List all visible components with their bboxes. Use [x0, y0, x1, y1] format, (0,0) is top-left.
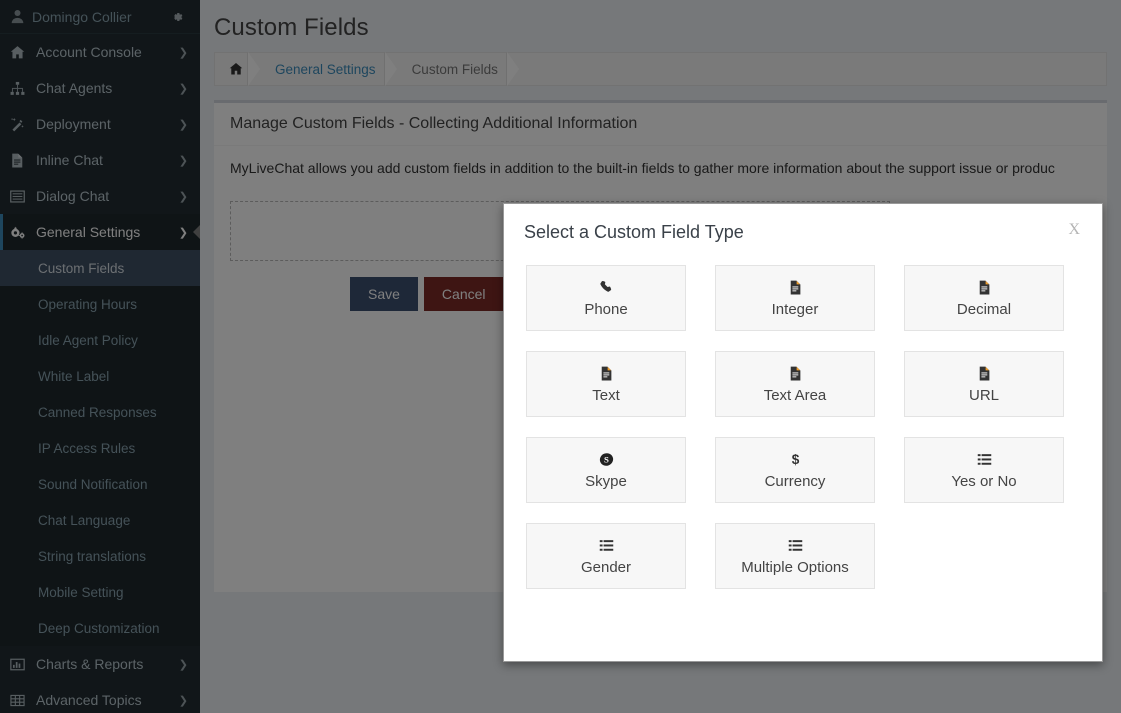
file-text-icon — [788, 365, 803, 382]
list-ul-icon — [788, 537, 803, 554]
field-type-currency[interactable]: $ Currency — [715, 437, 875, 503]
field-type-label: URL — [969, 387, 999, 404]
field-type-text-area[interactable]: Text Area — [715, 351, 875, 417]
field-type-label: Currency — [765, 473, 826, 490]
field-type-label: Integer — [772, 301, 819, 318]
field-type-url[interactable]: URL — [904, 351, 1064, 417]
field-type-gender[interactable]: Gender — [526, 523, 686, 589]
list-ul-icon — [599, 537, 614, 554]
field-type-label: Multiple Options — [741, 559, 849, 576]
phone-icon — [599, 279, 614, 296]
field-type-label: Phone — [584, 301, 627, 318]
list-ul-icon — [977, 451, 992, 468]
field-type-integer[interactable]: Integer — [715, 265, 875, 331]
modal-header: Select a Custom Field Type X — [504, 204, 1102, 243]
field-type-label: Gender — [581, 559, 631, 576]
field-type-decimal[interactable]: Decimal — [904, 265, 1064, 331]
field-type-skype[interactable]: S Skype — [526, 437, 686, 503]
field-type-multiple-options[interactable]: Multiple Options — [715, 523, 875, 589]
select-custom-field-type-modal: Select a Custom Field Type X Phone — [503, 203, 1103, 662]
field-type-label: Yes or No — [951, 473, 1016, 490]
file-text-icon — [788, 279, 803, 296]
modal-body: Phone Integer — [504, 243, 1102, 589]
close-icon[interactable]: X — [1066, 222, 1082, 238]
file-text-icon — [599, 365, 614, 382]
field-type-label: Text Area — [764, 387, 827, 404]
modal-title: Select a Custom Field Type — [524, 222, 1066, 243]
file-text-icon — [977, 365, 992, 382]
field-type-phone[interactable]: Phone — [526, 265, 686, 331]
field-type-label: Skype — [585, 473, 627, 490]
field-type-label: Decimal — [957, 301, 1011, 318]
field-type-grid: Phone Integer — [526, 265, 1080, 589]
dollar-icon: $ — [788, 451, 803, 468]
field-type-yes-or-no[interactable]: Yes or No — [904, 437, 1064, 503]
field-type-label: Text — [592, 387, 620, 404]
skype-icon: S — [599, 451, 614, 468]
svg-text:S: S — [604, 454, 609, 464]
file-text-icon — [977, 279, 992, 296]
svg-text:$: $ — [791, 452, 799, 467]
app-root: Domingo Collier Account Console ❯ — [0, 0, 1121, 713]
field-type-text[interactable]: Text — [526, 351, 686, 417]
